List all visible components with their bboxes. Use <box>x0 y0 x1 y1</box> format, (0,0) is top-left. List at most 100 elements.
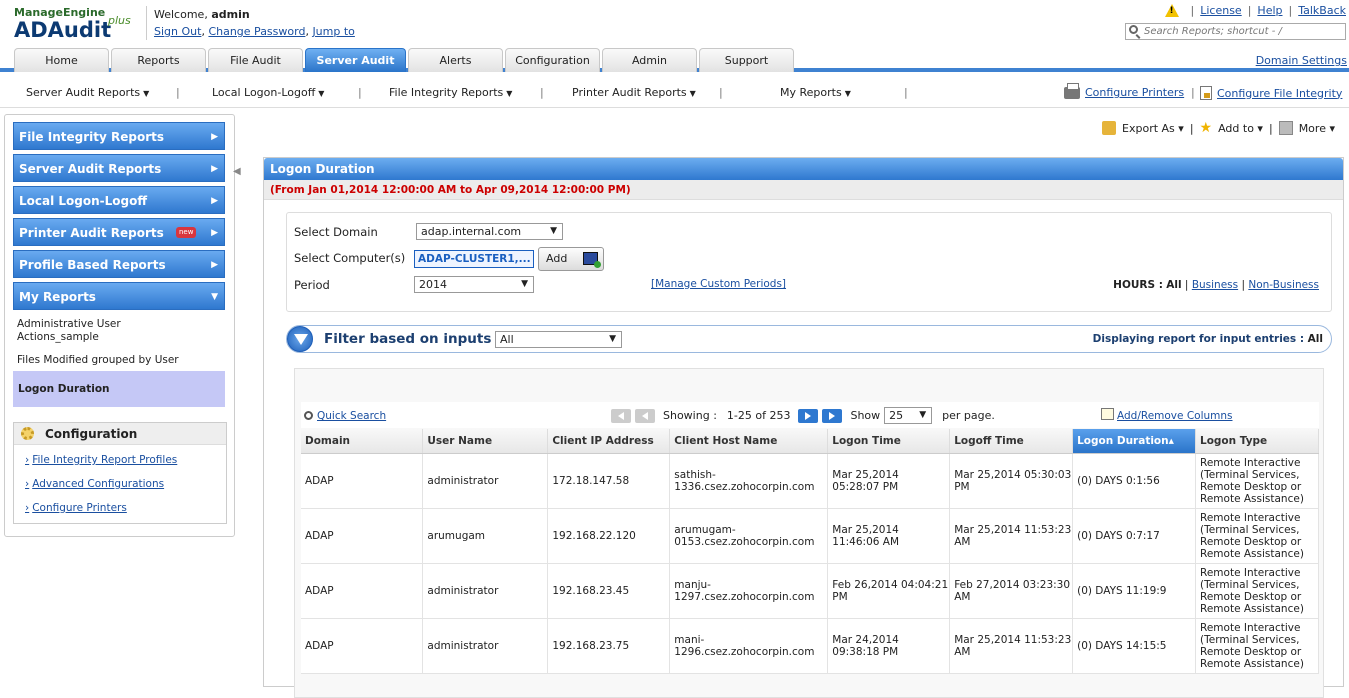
table-row[interactable]: ADAP arumugam 192.168.22.120 arumugam-0153.… <box>301 508 1319 564</box>
jump-to-link[interactable]: Jump to <box>312 25 354 38</box>
sidebar-my-reports[interactable]: My Reports ▼ <box>13 282 225 310</box>
export-icon <box>1102 121 1117 135</box>
filter-label: Filter based on inputs <box>324 331 492 347</box>
quick-search[interactable]: Quick Search <box>304 410 386 422</box>
sidebar-file-integrity-reports[interactable]: File Integrity Reports ▶ <box>13 122 225 150</box>
tab-file-audit[interactable]: File Audit <box>208 48 303 72</box>
talkback-link[interactable]: TalkBack <box>1298 4 1346 17</box>
pagination: Showing : 1-25 of 253 Show 25 ▼ per page. <box>611 407 995 424</box>
caret-down-icon: ▼ <box>143 89 150 98</box>
tab-admin[interactable]: Admin <box>602 48 697 72</box>
col-logon-duration[interactable]: Logon Duration▴ <box>1072 429 1197 454</box>
change-password-link[interactable]: Change Password <box>208 25 305 38</box>
collapse-sidebar-icon[interactable]: ◀ <box>233 166 241 180</box>
sidebar-profile-based-reports[interactable]: Profile Based Reports ▶ <box>13 250 225 278</box>
table-body: ADAP administrator 172.18.147.58 sathish-13… <box>301 453 1319 674</box>
cell-domain: ADAP <box>301 563 424 619</box>
last-page-icon[interactable] <box>822 408 843 423</box>
cell-domain: ADAP <box>301 508 424 564</box>
tab-server-audit[interactable]: Server Audit <box>305 48 406 72</box>
col-logoff-time[interactable]: Logoff Time <box>949 429 1074 454</box>
arrow-down-icon: ▼ <box>211 292 218 302</box>
configure-printers-link[interactable]: Configure Printers <box>1085 86 1184 99</box>
hours-business-link[interactable]: Business <box>1192 279 1238 291</box>
subnav-file-integrity-reports[interactable]: File Integrity Reports ▼ <box>389 86 512 99</box>
advanced-configurations-link[interactable]: Advanced Configurations <box>25 478 164 490</box>
add-to-button[interactable]: Add to ▾ <box>1218 122 1263 135</box>
first-page-icon[interactable] <box>611 408 631 423</box>
col-client-host[interactable]: Client Host Name <box>669 429 829 454</box>
export-as-button[interactable]: Export As ▾ <box>1122 122 1184 135</box>
cell-logon-type: Remote Interactive (Terminal Services, R… <box>1195 563 1319 619</box>
configure-printers-sidebar-link[interactable]: Configure Printers <box>25 502 127 514</box>
configure-file-integrity[interactable]: Configure File Integrity <box>1200 86 1342 100</box>
tab-reports[interactable]: Reports <box>111 48 206 72</box>
my-report-files-modified[interactable]: Files Modified grouped by User <box>17 354 179 367</box>
dropdown-arrow-icon: ▼ <box>550 226 557 236</box>
computers-input[interactable]: ADAP-CLUSTER1,... <box>414 250 534 268</box>
subnav-my-reports[interactable]: My Reports ▼ <box>780 86 851 99</box>
cell-logoff-time: Mar 25,2014 11:53:23 AM <box>949 508 1074 564</box>
tab-alerts[interactable]: Alerts <box>408 48 503 72</box>
col-user-name[interactable]: User Name <box>422 429 549 454</box>
configure-file-integrity-link[interactable]: Configure File Integrity <box>1217 87 1342 100</box>
cell-logoff-time: Mar 25,2014 11:53:23 AM <box>949 618 1074 674</box>
col-client-ip[interactable]: Client IP Address <box>547 429 671 454</box>
product-logo[interactable]: ManageEngine ADAudit plus <box>14 6 131 42</box>
sidebar-printer-audit-reports[interactable]: Printer Audit Reports new ▶ <box>13 218 225 246</box>
search-input[interactable]: Search Reports; shortcut - / <box>1125 23 1346 40</box>
domain-settings-link[interactable]: Domain Settings <box>1256 54 1347 67</box>
arrow-right-icon: ▶ <box>211 196 218 206</box>
col-logon-type[interactable]: Logon Type <box>1195 429 1319 454</box>
tab-home[interactable]: Home <box>14 48 109 72</box>
cell-client-ip: 172.18.147.58 <box>547 453 671 509</box>
hours-all[interactable]: All <box>1166 279 1181 291</box>
table-row[interactable]: ADAP administrator 192.168.23.75 mani-1296.… <box>301 618 1319 674</box>
product-name: ADAudit <box>14 18 112 42</box>
domain-select[interactable]: adap.internal.com ▼ <box>416 223 563 240</box>
cell-client-ip: 192.168.23.75 <box>547 618 671 674</box>
cell-user-name: arumugam <box>422 508 549 564</box>
tab-configuration[interactable]: Configuration <box>505 48 600 72</box>
period-select[interactable]: 2014 ▼ <box>414 276 534 293</box>
add-remove-columns[interactable]: Add/Remove Columns <box>1101 408 1233 422</box>
next-page-icon[interactable] <box>798 408 819 423</box>
table-row[interactable]: ADAP administrator 172.18.147.58 sathish-13… <box>301 453 1319 509</box>
my-report-admin-actions[interactable]: Administrative User Actions_sample <box>17 318 157 344</box>
sidebar-server-audit-reports[interactable]: Server Audit Reports ▶ <box>13 154 225 182</box>
new-badge: new <box>176 227 197 238</box>
tab-support[interactable]: Support <box>699 48 794 72</box>
table-row[interactable]: ADAP administrator 192.168.23.45 manju-1297… <box>301 563 1319 619</box>
cell-logoff-time: Feb 27,2014 03:23:30 AM <box>949 563 1074 619</box>
sidebar-local-logon-logoff[interactable]: Local Logon-Logoff ▶ <box>13 186 225 214</box>
page-range: 1-25 of 253 <box>726 409 791 422</box>
add-computer-button[interactable]: Add <box>538 247 604 271</box>
report-title: Logon Duration <box>264 158 1343 180</box>
prev-page-icon[interactable] <box>635 408 655 423</box>
subnav-printer-audit-reports[interactable]: Printer Audit Reports ▼ <box>572 86 696 99</box>
license-link[interactable]: License <box>1200 4 1241 17</box>
subnav-local-logon-logoff[interactable]: Local Logon-Logoff ▼ <box>212 86 324 99</box>
file-integrity-report-profiles-link[interactable]: File Integrity Report Profiles <box>25 454 177 466</box>
sign-out-link[interactable]: Sign Out <box>154 25 201 38</box>
dropdown-arrow-icon: ▼ <box>521 279 528 289</box>
cell-user-name: administrator <box>422 618 549 674</box>
col-domain[interactable]: Domain <box>301 429 424 454</box>
cell-logon-time: Mar 25,2014 11:46:06 AM <box>827 508 951 564</box>
filter-select[interactable]: All ▼ <box>495 331 622 348</box>
hours-nonbusiness-link[interactable]: Non-Business <box>1248 279 1319 291</box>
table-header-row: Domain User Name Client IP Address Clien… <box>301 429 1319 454</box>
my-report-logon-duration[interactable]: Logon Duration <box>13 371 225 407</box>
computer-add-icon <box>583 252 601 268</box>
warning-icon[interactable]: ! <box>1164 4 1179 17</box>
col-logon-time[interactable]: Logon Time <box>827 429 951 454</box>
arrow-right-icon: ▶ <box>211 132 218 142</box>
configure-printers[interactable]: Configure Printers <box>1064 82 1184 99</box>
help-link[interactable]: Help <box>1257 4 1282 17</box>
manage-custom-periods-link[interactable]: [Manage Custom Periods] <box>651 278 786 290</box>
cell-logon-time: Mar 25,2014 05:28:07 PM <box>827 453 951 509</box>
per-page-select[interactable]: 25 ▼ <box>884 407 933 424</box>
more-button[interactable]: More ▾ <box>1299 122 1335 135</box>
subnav-server-audit-reports[interactable]: Server Audit Reports ▼ <box>26 86 149 99</box>
more-icon <box>1278 121 1293 135</box>
